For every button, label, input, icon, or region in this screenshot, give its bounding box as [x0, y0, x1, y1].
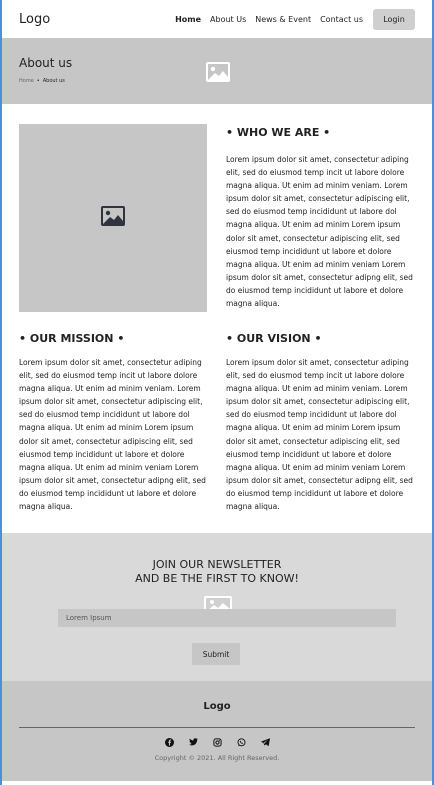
breadcrumb-current: About us [42, 78, 65, 84]
who-we-are-heading: • WHO WE ARE • [226, 126, 331, 139]
mission-text: Lorem ipsum dolor sit amet, consectetur … [19, 358, 206, 512]
telegram-icon[interactable] [260, 737, 270, 747]
nav-about-us[interactable]: About Us [210, 15, 246, 24]
mission-vision-section: • OUR MISSION • Lorem ipsum dolor sit am… [2, 332, 432, 513]
image-icon [205, 61, 231, 87]
mission-heading: • OUR MISSION • [19, 332, 125, 345]
vision-heading: • OUR VISION • [226, 332, 322, 345]
instagram-icon[interactable] [212, 737, 222, 747]
footer: Logo Copyright © 2021. All Right Reserve… [2, 681, 432, 782]
header: Logo Home About Us News & Event Contact … [2, 0, 432, 38]
footer-divider [19, 727, 415, 729]
breadcrumb-separator: • [36, 78, 40, 84]
submit-button[interactable]: Submit [192, 643, 240, 666]
hero-banner: About us Home • About us [2, 38, 432, 104]
nav-news-event[interactable]: News & Event [255, 15, 311, 24]
who-we-are-section: • WHO WE ARE • Lorem ipsum dolor sit ame… [2, 124, 432, 312]
breadcrumb-home[interactable]: Home [19, 78, 34, 84]
newsletter-title-line2: AND BE THE FIRST TO KNOW! [135, 572, 299, 586]
logo[interactable]: Logo [19, 12, 50, 27]
who-we-are-text: Lorem ipsum dolor sit amet, consectetur … [226, 155, 413, 309]
twitter-icon[interactable] [188, 737, 198, 747]
footer-logo[interactable]: Logo [2, 701, 432, 712]
image-icon [100, 205, 126, 231]
newsletter-title-line1: JOIN OUR NEWSLETTER [152, 558, 282, 572]
login-button[interactable]: Login [373, 8, 415, 30]
newsletter-section: JOIN OUR NEWSLETTER AND BE THE FIRST TO … [2, 533, 432, 682]
vision-text: Lorem ipsum dolor sit amet, consectetur … [226, 358, 413, 512]
facebook-icon[interactable] [164, 737, 174, 747]
newsletter-email-input[interactable]: Lorem Ipsum [58, 609, 396, 628]
page: Logo Home About Us News & Event Contact … [0, 0, 434, 785]
nav-contact-us[interactable]: Contact us [320, 15, 363, 24]
main-nav: Home About Us News & Event Contact us Lo… [166, 8, 415, 30]
copyright-text: Copyright © 2021. All Right Reserved. [154, 754, 280, 763]
whatsapp-icon[interactable] [236, 737, 246, 747]
nav-home[interactable]: Home [175, 15, 201, 24]
about-image [19, 124, 207, 312]
social-links [2, 737, 432, 747]
